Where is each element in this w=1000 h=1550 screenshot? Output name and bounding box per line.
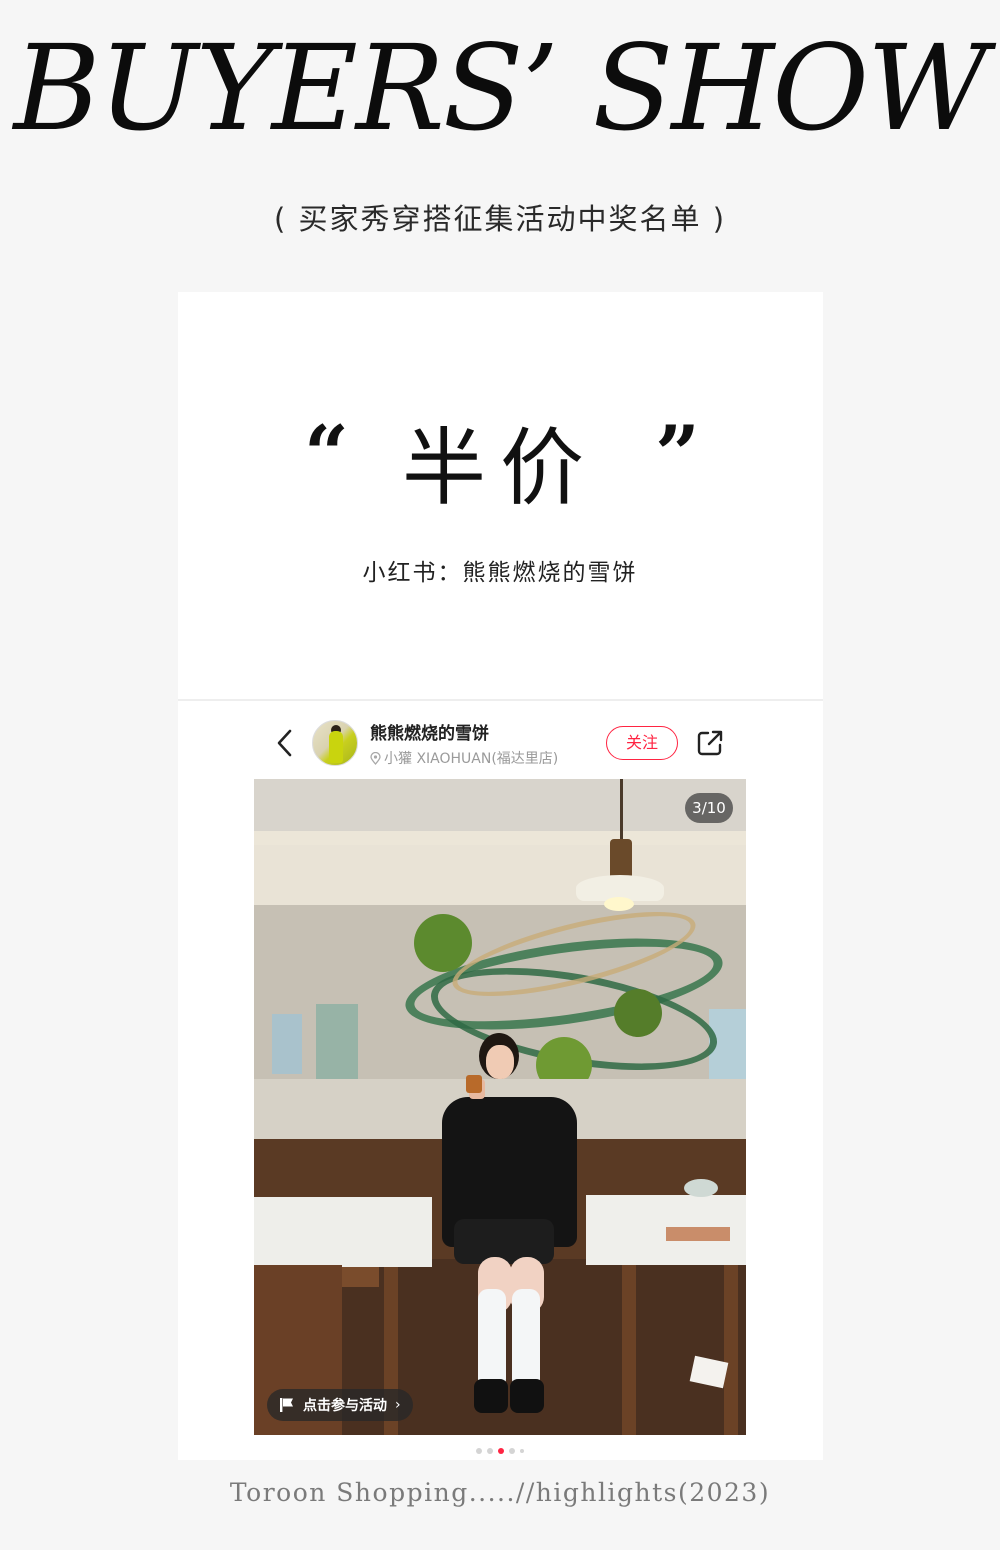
chevron-left-icon[interactable] bbox=[274, 727, 296, 759]
award-heading: “ 半价 ” bbox=[0, 410, 1000, 520]
pager-dot[interactable] bbox=[520, 1449, 524, 1453]
location-pin-icon bbox=[370, 751, 381, 765]
join-activity-label: 点击参与活动 bbox=[303, 1398, 387, 1414]
pager-dot[interactable] bbox=[509, 1448, 515, 1454]
footer-tagline: Toroon Shopping.....//highlights(2023) bbox=[229, 1478, 771, 1507]
location-tag[interactable]: 小獾 XIAOHUAN(福达里店) bbox=[370, 748, 558, 768]
award-title: 半价 bbox=[401, 419, 598, 517]
user-name[interactable]: 熊熊燃烧的雪饼 bbox=[370, 719, 489, 744]
join-activity-button[interactable]: 点击参与活动 › bbox=[267, 1389, 413, 1421]
chevron-right-icon: › bbox=[395, 1397, 401, 1413]
divider bbox=[178, 699, 823, 701]
flag-icon bbox=[279, 1397, 295, 1413]
post-header: 熊熊燃烧的雪饼 小獾 XIAOHUAN(福达里店) 关注 bbox=[178, 705, 823, 779]
avatar[interactable] bbox=[312, 720, 358, 766]
image-pager bbox=[0, 1446, 1000, 1456]
pager-dot[interactable] bbox=[487, 1448, 493, 1454]
share-icon[interactable] bbox=[696, 729, 724, 757]
close-quote-mark: ” bbox=[655, 409, 700, 500]
page-title: BUYERS’ SHOW bbox=[13, 19, 989, 157]
follow-button[interactable]: 关注 bbox=[606, 726, 678, 760]
post-photo[interactable]: 3/10 点击参与活动 › bbox=[254, 779, 746, 1435]
winner-credit: 小红书：熊熊燃烧的雪饼 bbox=[362, 560, 638, 586]
page-subtitle: ( 买家秀穿搭征集活动中奖名单 ) bbox=[273, 202, 727, 236]
location-label: 小獾 XIAOHUAN(福达里店) bbox=[384, 751, 559, 767]
pager-dot[interactable] bbox=[476, 1448, 482, 1454]
open-quote-mark: “ bbox=[304, 409, 349, 500]
pager-dot-active[interactable] bbox=[498, 1448, 504, 1454]
image-counter-badge: 3/10 bbox=[685, 793, 733, 823]
